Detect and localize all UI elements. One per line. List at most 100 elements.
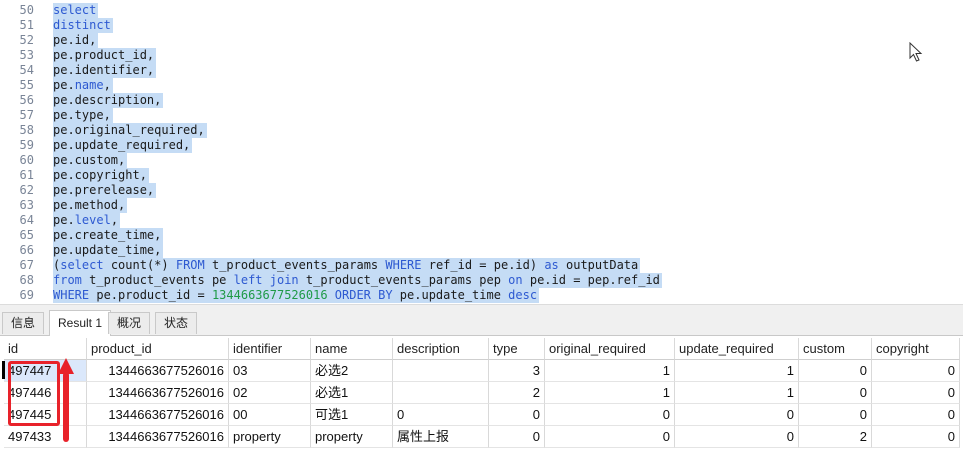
tab-status[interactable]: 状态 bbox=[155, 312, 198, 334]
code-token: pe.id = pep.ref_id bbox=[522, 273, 660, 287]
table-cell[interactable]: 0 bbox=[799, 404, 872, 426]
code-text: pe.create_time, bbox=[53, 228, 164, 243]
table-cell[interactable] bbox=[393, 360, 489, 382]
code-token: as bbox=[544, 258, 559, 272]
code-text: pe.prerelease, bbox=[53, 183, 157, 198]
line-number: 53 bbox=[19, 48, 34, 62]
table-cell[interactable]: 必选1 bbox=[311, 382, 393, 404]
column-header-name[interactable]: name bbox=[311, 338, 393, 360]
column-header-identifier[interactable]: identifier bbox=[229, 338, 311, 360]
table-cell[interactable]: 2 bbox=[799, 426, 872, 448]
tab-overview[interactable]: 概况 bbox=[108, 312, 151, 334]
code-token: pe.update_time, bbox=[53, 243, 162, 257]
table-cell[interactable]: 0 bbox=[393, 404, 489, 426]
line-number: 51 bbox=[19, 18, 34, 32]
line-number: 54 bbox=[19, 63, 34, 77]
table-cell[interactable]: 1 bbox=[545, 360, 675, 382]
column-header-description[interactable]: description bbox=[393, 338, 489, 360]
table-cell[interactable]: 0 bbox=[872, 360, 960, 382]
table-cell[interactable]: 必选2 bbox=[311, 360, 393, 382]
table-cell[interactable]: 0 bbox=[872, 404, 960, 426]
table-cell[interactable]: 1344663677526016 bbox=[87, 404, 229, 426]
code-text: distinct bbox=[53, 18, 113, 33]
table-cell[interactable]: 可选1 bbox=[311, 404, 393, 426]
code-token: select bbox=[53, 3, 97, 17]
table-cell[interactable]: 02 bbox=[229, 382, 311, 404]
table-cell[interactable]: 1 bbox=[675, 360, 799, 382]
code-token: ORDER BY bbox=[334, 288, 393, 302]
table-cell[interactable]: 2 bbox=[489, 382, 545, 404]
table-cell[interactable]: 0 bbox=[675, 426, 799, 448]
line-number: 55 bbox=[19, 78, 34, 92]
column-header-update-required[interactable]: update_required bbox=[675, 338, 799, 360]
line-number: 65 bbox=[19, 228, 34, 242]
table-cell[interactable]: 3 bbox=[489, 360, 545, 382]
code-token: pe. bbox=[53, 213, 75, 227]
code-token: FROM bbox=[175, 258, 205, 272]
code-text: (select count(*) FROM t_product_events_p… bbox=[53, 258, 641, 273]
code-token: pe.create_time, bbox=[53, 228, 162, 242]
code-token: count(*) bbox=[103, 258, 176, 272]
table-row[interactable]: 497446 1344663677526016 02 必选1 2 1 1 0 0 bbox=[0, 382, 963, 404]
code-text: from t_product_events pe left join t_pro… bbox=[53, 273, 662, 288]
code-token: pe.custom, bbox=[53, 153, 126, 167]
table-cell[interactable]: 0 bbox=[872, 382, 960, 404]
column-header-custom[interactable]: custom bbox=[799, 338, 872, 360]
line-number: 67 bbox=[19, 258, 34, 272]
code-token: , bbox=[103, 78, 111, 92]
table-cell[interactable]: 497433 bbox=[4, 426, 87, 448]
code-token: pe.description, bbox=[53, 93, 162, 107]
table-cell[interactable]: 1344663677526016 bbox=[87, 426, 229, 448]
table-row[interactable]: 497445 1344663677526016 00 可选1 0 0 0 0 0 0 bbox=[0, 404, 963, 426]
line-number: 60 bbox=[19, 153, 34, 167]
tab-result-1[interactable]: Result 1 bbox=[49, 310, 112, 336]
table-cell[interactable]: 1344663677526016 bbox=[87, 382, 229, 404]
table-cell[interactable]: 0 bbox=[675, 404, 799, 426]
table-cell[interactable]: property bbox=[229, 426, 311, 448]
code-token: left join bbox=[233, 273, 299, 287]
table-cell[interactable]: 0 bbox=[872, 426, 960, 448]
table-cell[interactable]: 00 bbox=[229, 404, 311, 426]
code-text: select bbox=[53, 3, 99, 18]
column-header-copyright[interactable]: copyright bbox=[872, 338, 960, 360]
table-row[interactable]: 497433 1344663677526016 property property 属性… bbox=[0, 426, 963, 448]
table-cell[interactable]: 03 bbox=[229, 360, 311, 382]
column-header-type[interactable]: type bbox=[489, 338, 545, 360]
table-cell[interactable]: property bbox=[311, 426, 393, 448]
code-token: pe.id, bbox=[53, 33, 97, 47]
table-cell[interactable]: 1 bbox=[675, 382, 799, 404]
code-text: pe.update_time, bbox=[53, 243, 164, 258]
column-header-id[interactable]: id bbox=[4, 338, 87, 360]
mouse-cursor-icon bbox=[909, 42, 923, 62]
line-number: 59 bbox=[19, 138, 34, 152]
table-cell[interactable] bbox=[393, 382, 489, 404]
result-tabs: 信息 Result 1 概况 状态 bbox=[0, 304, 963, 336]
table-cell[interactable]: 1344663677526016 bbox=[87, 360, 229, 382]
code-text: pe.id, bbox=[53, 33, 99, 48]
column-header-product-id[interactable]: product_id bbox=[87, 338, 229, 360]
code-text: pe.type, bbox=[53, 108, 113, 123]
tab-info[interactable]: 信息 bbox=[2, 312, 45, 334]
table-cell[interactable]: 0 bbox=[545, 426, 675, 448]
table-cell[interactable]: 0 bbox=[799, 382, 872, 404]
code-token: pe.update_time bbox=[392, 288, 509, 302]
code-token: 1344663677526016 bbox=[211, 288, 328, 302]
table-row[interactable]: 497447 1344663677526016 03 必选2 3 1 1 0 0 bbox=[0, 360, 963, 382]
line-number: 58 bbox=[19, 123, 34, 137]
table-cell[interactable]: 0 bbox=[489, 404, 545, 426]
code-token: desc bbox=[508, 288, 538, 302]
table-cell[interactable]: 0 bbox=[489, 426, 545, 448]
code-text: pe.product_id, bbox=[53, 48, 157, 63]
sql-editor[interactable]: 50 select 51 distinct 52 pe.id, 53 pe.product_i… bbox=[0, 0, 963, 304]
table-cell[interactable]: 属性上报 bbox=[393, 426, 489, 448]
code-token: pe.method, bbox=[53, 198, 126, 212]
line-number: 52 bbox=[19, 33, 34, 47]
table-cell[interactable]: 0 bbox=[799, 360, 872, 382]
code-token: t_product_events pe bbox=[81, 273, 234, 287]
code-token: WHERE bbox=[53, 288, 90, 302]
table-cell[interactable]: 0 bbox=[545, 404, 675, 426]
code-token: pe. bbox=[53, 78, 75, 92]
column-header-original-required[interactable]: original_required bbox=[545, 338, 675, 360]
code-token: pe.type, bbox=[53, 108, 111, 122]
table-cell[interactable]: 1 bbox=[545, 382, 675, 404]
